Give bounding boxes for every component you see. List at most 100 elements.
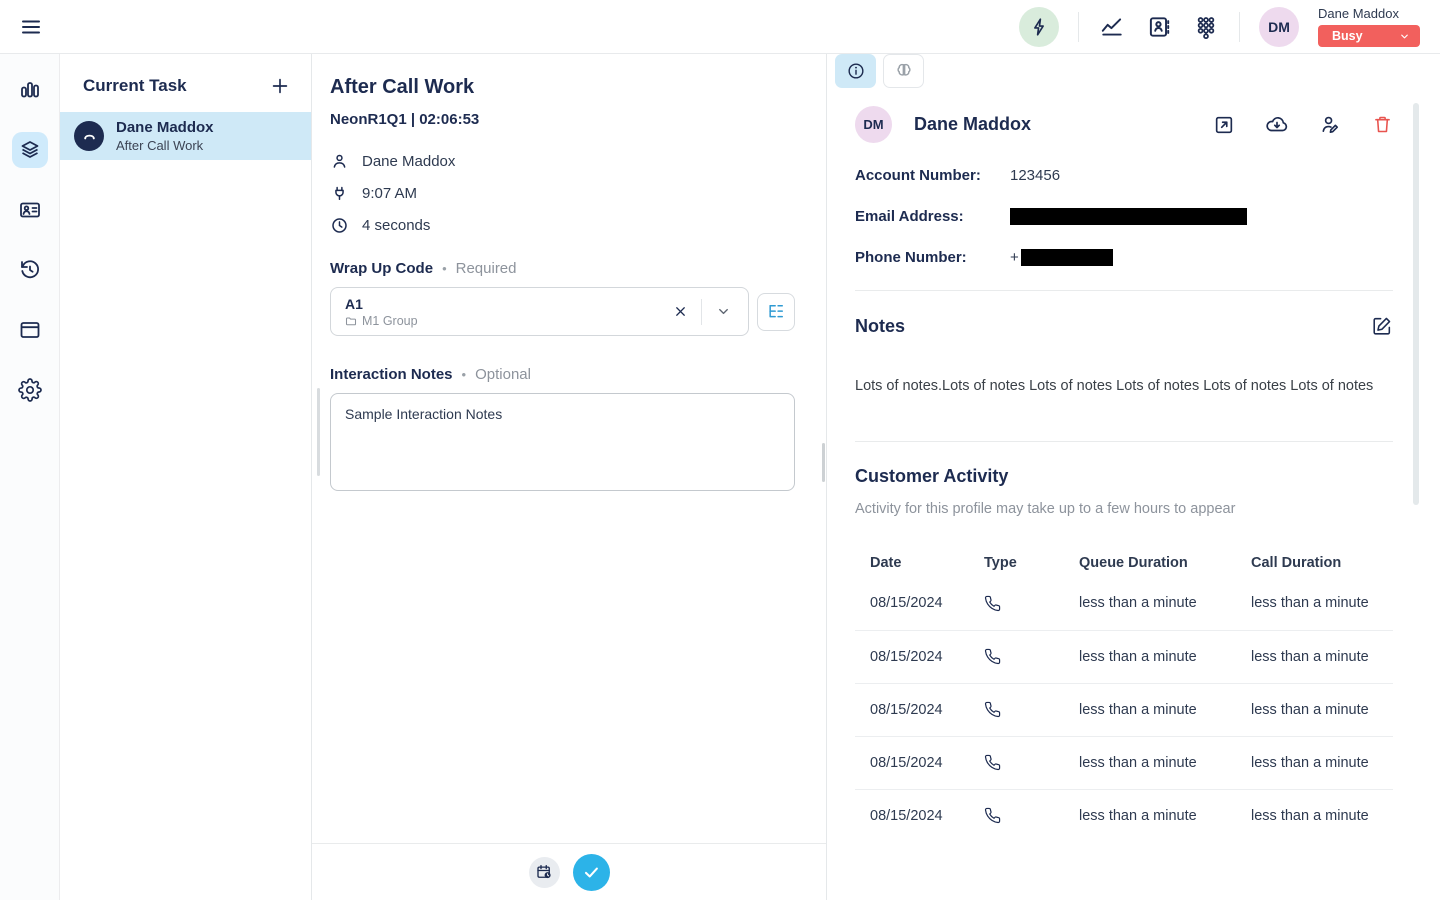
scrollbar[interactable] — [317, 388, 320, 476]
column-header: Queue Duration — [1079, 555, 1251, 571]
hamburger-menu-icon[interactable] — [16, 12, 46, 42]
column-header: Call Duration — [1251, 555, 1393, 571]
window-icon — [18, 318, 42, 342]
browse-code-tree-button[interactable] — [757, 293, 795, 331]
topbar-divider — [1239, 12, 1240, 42]
select-divider — [701, 299, 702, 325]
gear-icon — [18, 378, 42, 402]
activity-queue-duration: less than a minute — [1079, 702, 1251, 718]
topbar-divider — [1078, 12, 1079, 42]
activity-row: 08/15/2024less than a minuteless than a … — [855, 577, 1393, 630]
dialpad-icon[interactable] — [1192, 13, 1220, 41]
lightning-bolt-icon — [1028, 16, 1050, 38]
clock-icon — [330, 216, 349, 235]
plug-icon — [330, 184, 349, 203]
sidebar-item-settings[interactable] — [12, 372, 48, 408]
notes-text: Lots of notes.Lots of notes Lots of note… — [855, 377, 1393, 397]
interaction-notes-label: Interaction Notes — [330, 366, 453, 383]
session-info: NeonR1Q1 | 02:06:53 — [330, 111, 795, 128]
call-type-phone-icon — [984, 807, 1079, 824]
open-external-icon[interactable] — [1213, 114, 1235, 136]
sidebar-item-contacts[interactable] — [12, 192, 48, 228]
selected-group: M1 Group — [362, 314, 418, 328]
chevron-down-icon — [1399, 31, 1410, 42]
activity-date: 08/15/2024 — [870, 808, 984, 824]
redacted-email-value — [1010, 208, 1247, 225]
sidebar-item-dashboard[interactable] — [12, 72, 48, 108]
bullet-separator: • — [442, 261, 447, 276]
sidebar-item-queue[interactable] — [12, 132, 48, 168]
column-header: Date — [870, 555, 984, 571]
top-bar: DM Dane Maddox Busy — [0, 0, 1440, 54]
task-list-item[interactable]: Dane Maddox After Call Work — [60, 112, 311, 160]
task-state-label: After Call Work — [116, 138, 214, 153]
field-label: Phone Number: — [855, 249, 1010, 266]
contacts-book-icon[interactable] — [1145, 13, 1173, 41]
edit-contact-icon[interactable] — [1319, 113, 1342, 136]
interaction-notes-input[interactable]: Sample Interaction Notes — [330, 393, 795, 491]
chevron-down-icon[interactable] — [710, 299, 736, 325]
layers-icon — [18, 138, 42, 162]
selected-code: A1 — [345, 296, 667, 312]
status-label: Busy — [1332, 29, 1363, 43]
brain-icon — [894, 61, 914, 81]
bullet-separator: • — [462, 367, 467, 382]
required-label: Required — [456, 260, 517, 277]
user-avatar[interactable]: DM — [1259, 7, 1299, 47]
tab-ai-insights[interactable] — [883, 54, 924, 88]
task-contact-name: Dane Maddox — [116, 119, 214, 136]
contact-name: Dane Maddox — [362, 153, 455, 170]
add-task-button[interactable] — [269, 75, 291, 97]
status-dropdown[interactable]: Busy — [1318, 25, 1420, 47]
tab-profile-info[interactable] — [835, 54, 876, 88]
call-type-phone-icon — [984, 754, 1079, 771]
edit-notes-icon[interactable] — [1371, 315, 1393, 337]
quick-actions-button[interactable] — [1019, 7, 1059, 47]
phone-prefix: + — [1010, 249, 1019, 266]
activity-date: 08/15/2024 — [870, 649, 984, 665]
email-address-row: Email Address: — [855, 208, 1393, 225]
activity-table-header: Date Type Queue Duration Call Duration — [855, 549, 1393, 577]
schedule-callback-button[interactable] — [529, 857, 560, 888]
analytics-chart-icon[interactable] — [1098, 13, 1126, 41]
account-number-row: Account Number: 123456 — [855, 167, 1393, 184]
activity-table: Date Type Queue Duration Call Duration 0… — [855, 549, 1393, 842]
current-task-panel: Current Task Dane Maddox After Call Work — [60, 54, 312, 900]
wrap-up-code-select[interactable]: A1 M1 Group — [330, 287, 749, 336]
start-time: 9:07 AM — [362, 185, 417, 202]
section-divider — [855, 290, 1393, 291]
field-label: Account Number: — [855, 167, 1010, 184]
scrollbar[interactable] — [1413, 103, 1419, 505]
customer-profile-panel: DM Dane Maddox — [827, 54, 1440, 900]
activity-call-duration: less than a minute — [1251, 755, 1393, 771]
wrap-up-code-label: Wrap Up Code — [330, 260, 433, 277]
profile-avatar: DM — [855, 106, 892, 143]
tree-list-icon — [766, 302, 786, 322]
optional-label: Optional — [475, 366, 531, 383]
notes-heading: Notes — [855, 316, 905, 337]
delete-contact-icon[interactable] — [1372, 114, 1393, 135]
activity-queue-duration: less than a minute — [1079, 649, 1251, 665]
activity-date: 08/15/2024 — [870, 595, 984, 611]
history-icon — [18, 258, 42, 282]
page-title: After Call Work — [330, 76, 795, 99]
redacted-phone-value — [1021, 249, 1113, 266]
cloud-download-icon[interactable] — [1265, 113, 1289, 137]
activity-date: 08/15/2024 — [870, 702, 984, 718]
sidebar-item-history[interactable] — [12, 252, 48, 288]
calendar-clock-icon — [535, 863, 553, 881]
activity-call-duration: less than a minute — [1251, 595, 1393, 611]
bar-chart-icon — [18, 78, 42, 102]
navigation-rail — [0, 54, 60, 900]
clear-selection-icon[interactable] — [667, 299, 693, 325]
activity-call-duration: less than a minute — [1251, 649, 1393, 665]
complete-task-button[interactable] — [573, 854, 610, 891]
scrollbar[interactable] — [822, 443, 825, 482]
activity-queue-duration: less than a minute — [1079, 808, 1251, 824]
checkmark-icon — [582, 863, 601, 882]
info-icon — [846, 61, 866, 81]
activity-row: 08/15/2024less than a minuteless than a … — [855, 789, 1393, 842]
customer-activity-heading: Customer Activity — [855, 466, 1393, 487]
sidebar-item-browser[interactable] — [12, 312, 48, 348]
panel-title: Current Task — [83, 76, 187, 96]
